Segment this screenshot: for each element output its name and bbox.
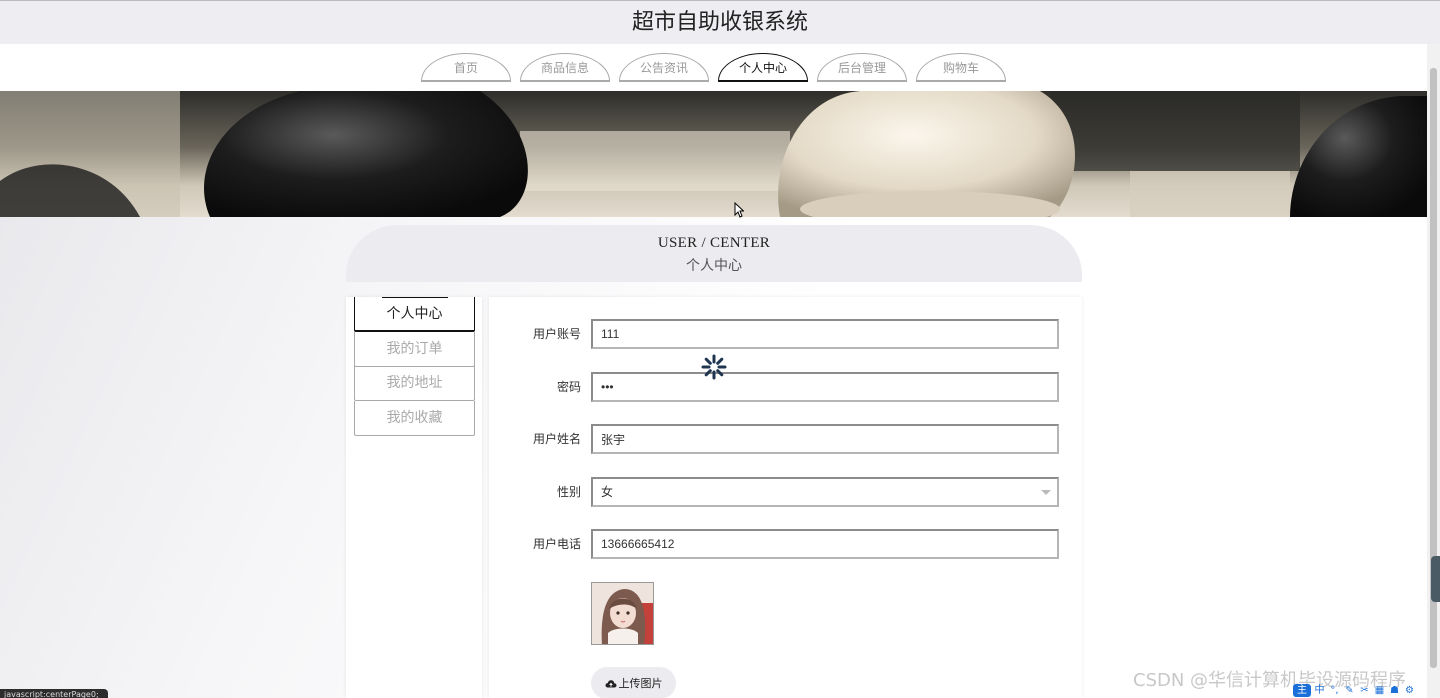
name-input[interactable]	[591, 424, 1059, 454]
phone-input[interactable]	[591, 529, 1059, 559]
section-title-zh: 个人中心	[686, 257, 742, 273]
ime-skin-icon[interactable]: ☗	[1388, 684, 1401, 697]
sidebar-item-accent	[382, 297, 448, 298]
password-input[interactable]: •••	[591, 372, 1059, 402]
sidebar-item-label: 我的订单	[386, 340, 443, 356]
form-row-gender: 性别 女	[489, 477, 1082, 507]
form-row-phone: 用户电话	[489, 529, 1082, 559]
account-input[interactable]	[591, 319, 1059, 349]
ime-screenshot-icon[interactable]: ✂	[1358, 684, 1371, 697]
nav-tab-cart[interactable]: 购物车	[916, 53, 1006, 82]
password-label: 密码	[556, 380, 581, 394]
upload-button-label: 上传图片	[618, 678, 663, 690]
profile-form-panel: 用户账号 密码 ••• 用户姓名 性别 女 用户电话	[489, 297, 1082, 698]
account-label: 用户账号	[532, 327, 581, 341]
name-label: 用户姓名	[532, 432, 581, 446]
ime-punctuation-icon[interactable]: °,	[1328, 684, 1341, 697]
form-row-account: 用户账号	[489, 319, 1082, 349]
sidebar-item-label: 个人中心	[386, 305, 443, 321]
nav-tab-news[interactable]: 公告资讯	[619, 53, 709, 82]
sidebar-item-user-center[interactable]: 个人中心	[354, 297, 475, 332]
site-title: 超市自助收银系统	[631, 10, 808, 35]
chess-banner-image	[0, 91, 1427, 217]
nav-tab-home[interactable]: 首页	[421, 53, 511, 82]
loading-spinner-icon	[701, 354, 727, 380]
site-header: 超市自助收银系统	[0, 0, 1440, 44]
user-center-sidebar: 个人中心 我的订单 我的地址 我的收藏	[346, 297, 482, 698]
sidebar-item-address[interactable]: 我的地址	[354, 366, 475, 401]
ime-toolbar: 主 中 °, ✎ ✂ ▦ ☗ ⚙	[1293, 684, 1433, 698]
ime-main-icon[interactable]: 主	[1293, 684, 1311, 697]
ime-settings-icon[interactable]: ⚙	[1403, 684, 1416, 697]
gender-label: 性别	[556, 485, 581, 499]
mouse-cursor-icon	[734, 202, 744, 218]
ime-handwriting-icon[interactable]: ✎	[1343, 684, 1356, 697]
avatar	[591, 582, 654, 645]
form-row-password: 密码 •••	[489, 372, 1082, 402]
chevron-down-icon	[1041, 490, 1051, 495]
upload-image-button[interactable]: 上传图片	[591, 667, 676, 698]
ime-chinese-mode-icon[interactable]: 中	[1313, 684, 1326, 697]
gender-select[interactable]: 女	[591, 477, 1059, 507]
sidebar-item-label: 我的地址	[386, 374, 443, 390]
section-header: USER / CENTER 个人中心	[346, 225, 1082, 282]
section-title-en: USER / CENTER	[657, 235, 771, 251]
nav-tab-user-center[interactable]: 个人中心	[718, 53, 808, 82]
form-row-name: 用户姓名	[489, 424, 1082, 454]
nav-tab-admin[interactable]: 后台管理	[817, 53, 907, 82]
floating-side-widget[interactable]	[1431, 556, 1440, 602]
ime-keyboard-icon[interactable]: ▦	[1373, 684, 1386, 697]
main-nav: 首页 商品信息 公告资讯 个人中心 后台管理 购物车	[0, 44, 1427, 91]
cloud-upload-icon	[605, 679, 617, 687]
sidebar-item-label: 我的收藏	[386, 409, 443, 425]
phone-label: 用户电话	[532, 537, 581, 551]
sidebar-item-favorites[interactable]: 我的收藏	[354, 401, 475, 436]
nav-tab-products[interactable]: 商品信息	[520, 53, 610, 82]
sidebar-item-orders[interactable]: 我的订单	[354, 332, 475, 367]
browser-status-bar: javascript:centerPage0;	[0, 689, 108, 698]
gender-selected-value: 女	[601, 485, 614, 499]
